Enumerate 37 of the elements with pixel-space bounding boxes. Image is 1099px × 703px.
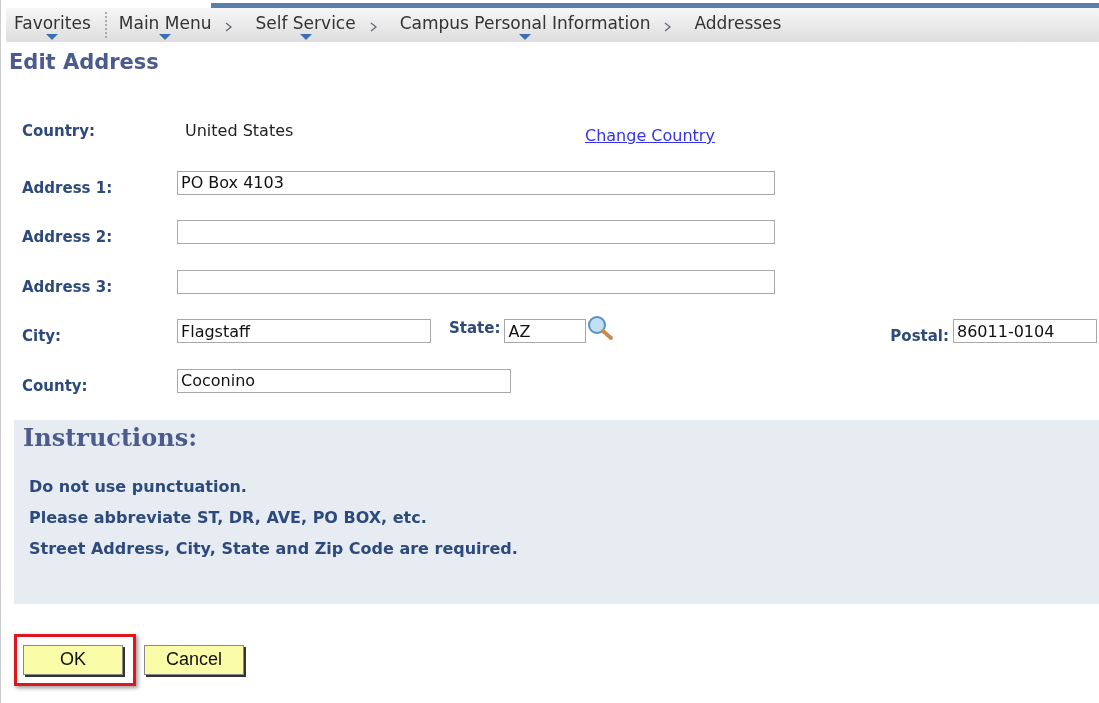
field-label: State: <box>449 319 501 338</box>
breadcrumb-link[interactable]: Self Service <box>255 12 356 38</box>
country-value: United States <box>185 121 295 140</box>
dropdown-arrow-icon[interactable] <box>159 33 172 40</box>
instruction-text: Do not use punctuation. <box>29 475 248 498</box>
search-icon[interactable] <box>586 315 615 342</box>
chevron-icon <box>369 22 378 32</box>
field-label: Country: <box>22 122 96 140</box>
chevron-icon <box>664 22 673 32</box>
field-label: County: <box>22 376 89 395</box>
chevron-icon <box>225 22 234 32</box>
dropdown-arrow-icon[interactable] <box>519 33 532 40</box>
change-country-link[interactable]: Change Country <box>585 126 715 145</box>
input-field[interactable] <box>177 269 775 294</box>
input-field[interactable]: Coconino <box>177 368 511 393</box>
input-field[interactable]: PO Box 4103 <box>177 170 775 195</box>
breadcrumb-link[interactable]: Favorites <box>14 12 91 38</box>
instruction-text: Street Address, City, State and Zip Code are required. <box>29 537 519 560</box>
input-field[interactable] <box>177 220 775 245</box>
instructions-heading: Instructions: <box>23 422 198 452</box>
dropdown-arrow-icon[interactable] <box>46 33 59 40</box>
instruction-text: Please abbreviate ST, DR, AVE, PO BOX, etc. <box>29 506 428 529</box>
field-label: Postal: <box>890 327 949 346</box>
field-label: Address 2: <box>22 228 114 247</box>
cancel-button[interactable]: Cancel <box>144 644 244 675</box>
breadcrumb-link[interactable]: Addresses <box>694 12 782 38</box>
input-field[interactable]: 86011-0104 <box>953 319 1097 344</box>
breadcrumb-link[interactable]: Main Menu <box>118 12 212 38</box>
ok-button[interactable]: OK <box>23 644 123 675</box>
field-label: Address 3: <box>22 277 114 296</box>
breadcrumb-link[interactable]: Campus Personal Information <box>399 12 651 38</box>
dropdown-arrow-icon[interactable] <box>299 33 312 40</box>
input-field[interactable]: Flagstaff <box>177 319 431 344</box>
input-field[interactable]: AZ <box>504 319 587 344</box>
field-label: City: <box>22 327 63 346</box>
field-label: Address 1: <box>22 178 114 197</box>
page-title: Edit Address <box>9 50 160 74</box>
